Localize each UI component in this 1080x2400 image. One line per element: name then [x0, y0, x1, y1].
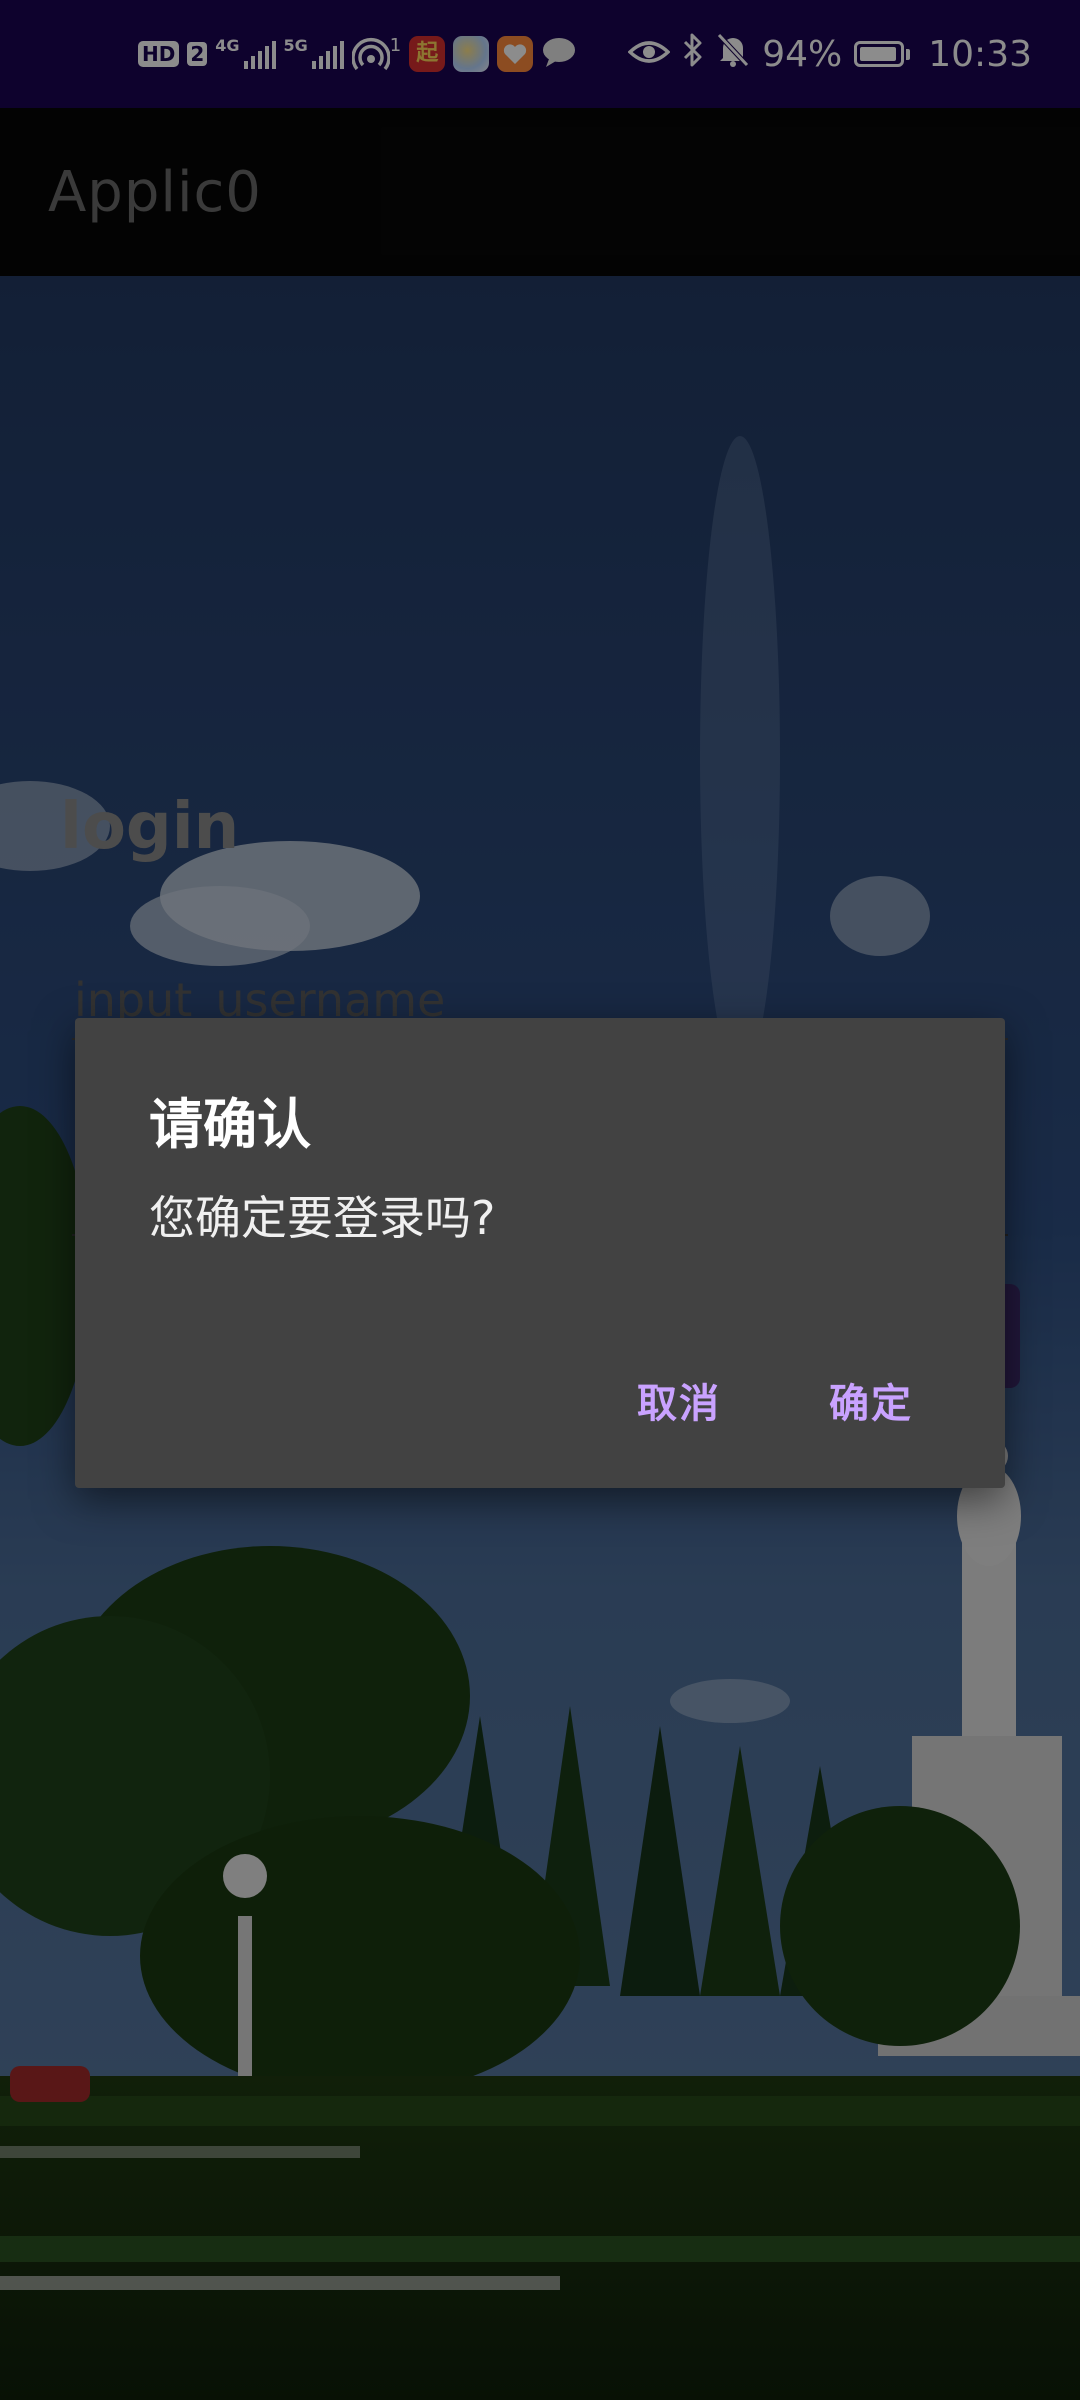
confirm-button[interactable]: 确定 — [815, 1366, 927, 1442]
dialog-title: 请确认 — [149, 1093, 311, 1156]
cancel-button[interactable]: 取消 — [623, 1366, 735, 1442]
confirm-dialog: 请确认 您确定要登录吗? 取消 确定 — [75, 1018, 1005, 1488]
dialog-message: 您确定要登录吗? — [149, 1191, 496, 1245]
